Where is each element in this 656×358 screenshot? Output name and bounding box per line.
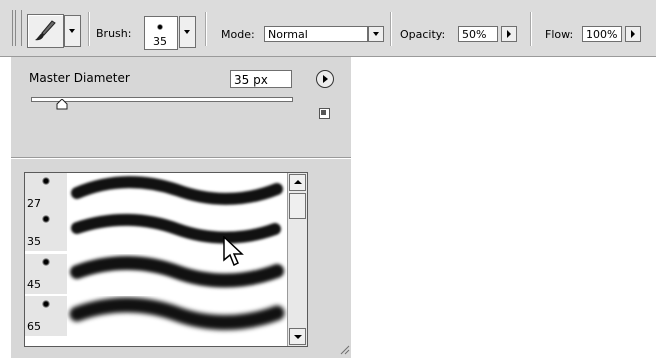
brush-preview[interactable]: 35 xyxy=(144,16,178,50)
opacity-label: Opacity: xyxy=(400,28,446,41)
brush-size: 45 xyxy=(27,278,41,291)
brush-tip-icon xyxy=(42,258,50,266)
brush-tip-icon xyxy=(42,177,50,185)
brush-list[interactable]: 27 35 45 65 xyxy=(24,172,308,347)
flow-field[interactable]: 100% xyxy=(582,26,622,42)
brush-row-35[interactable]: 35 xyxy=(25,211,287,251)
options-bar: Brush: 35 Mode: Normal Opacity: 50% Flow… xyxy=(0,0,656,57)
brush-picker-panel: Master Diameter 35 px 27 35 45 65 xyxy=(10,57,352,358)
brush-dropdown[interactable] xyxy=(179,16,196,48)
brush-tip-icon xyxy=(157,24,163,30)
divider xyxy=(11,157,351,159)
document-canvas[interactable] xyxy=(351,57,656,358)
master-diameter-label: Master Diameter xyxy=(29,71,130,85)
separator xyxy=(88,12,90,46)
brush-tip-icon xyxy=(42,300,50,308)
brush-size: 27 xyxy=(27,197,41,210)
stroke-preview xyxy=(71,176,283,205)
resize-grip-icon[interactable] xyxy=(338,343,350,355)
panel-menu-button[interactable] xyxy=(316,70,334,88)
new-preset-icon[interactable] xyxy=(319,108,330,119)
master-diameter-field[interactable]: 35 px xyxy=(230,70,292,88)
brush-list-scrollbar[interactable] xyxy=(287,173,307,346)
scroll-down-button[interactable] xyxy=(289,328,306,345)
mouse-cursor-icon xyxy=(223,236,244,267)
separator xyxy=(205,12,207,46)
master-diameter-slider[interactable] xyxy=(31,97,293,102)
flow-label: Flow: xyxy=(545,28,574,41)
paintbrush-icon xyxy=(35,20,56,41)
toolbar-grip[interactable] xyxy=(12,10,22,46)
separator xyxy=(390,12,392,46)
brush-tip-icon xyxy=(42,215,50,223)
stroke-preview xyxy=(70,256,284,288)
mode-select[interactable]: Normal xyxy=(264,26,368,42)
scroll-thumb[interactable] xyxy=(289,193,306,219)
brush-size: 65 xyxy=(27,320,41,333)
opacity-slider-button[interactable] xyxy=(501,26,517,42)
scroll-up-button[interactable] xyxy=(289,174,306,191)
mode-select-arrow[interactable] xyxy=(368,26,384,42)
brush-row-27[interactable]: 27 xyxy=(25,173,287,213)
stroke-preview xyxy=(71,213,281,244)
brush-label: Brush: xyxy=(96,27,132,40)
opacity-field[interactable]: 50% xyxy=(458,26,498,42)
tool-preset-button[interactable] xyxy=(27,14,64,48)
brush-size: 35 xyxy=(153,35,167,48)
brush-size: 35 xyxy=(27,235,41,248)
mode-label: Mode: xyxy=(221,28,255,41)
flow-slider-button[interactable] xyxy=(625,26,641,42)
separator xyxy=(530,12,532,46)
stroke-preview xyxy=(69,297,285,330)
tool-preset-dropdown[interactable] xyxy=(64,15,81,47)
brush-row-45[interactable]: 45 xyxy=(25,254,287,294)
brush-row-65[interactable]: 65 xyxy=(25,296,287,336)
